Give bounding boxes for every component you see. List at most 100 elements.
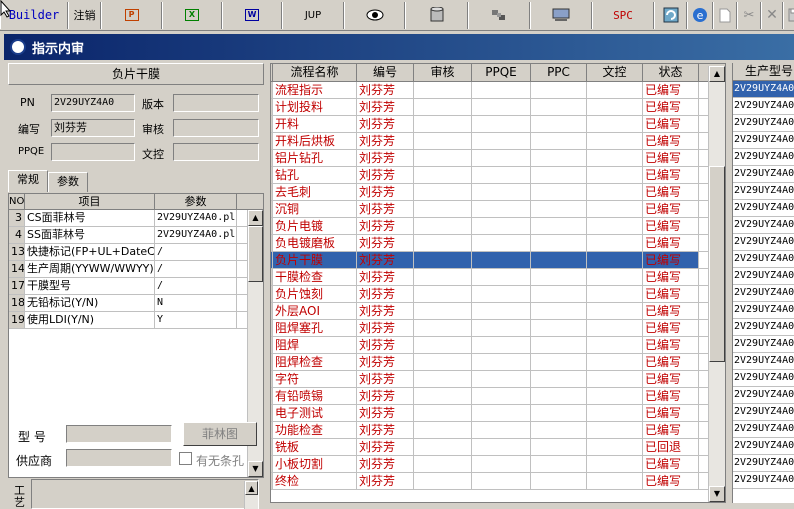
status-cell[interactable]: 已回退 [643,439,699,455]
tab-params[interactable]: 参数 [48,172,88,192]
tools-button[interactable] [468,1,530,29]
author-cell[interactable]: 刘芬芳 [357,167,414,183]
process-row[interactable]: 沉铜 刘芬芳 已编写 [271,201,725,218]
author-cell[interactable]: 刘芬芳 [357,405,414,421]
ppc-cell[interactable] [531,422,587,438]
process-name-cell[interactable]: 字符 [273,371,357,387]
production-model-cell[interactable]: 2V29UYZ4A0 [733,234,794,251]
ppc-cell[interactable] [531,235,587,251]
process-textarea[interactable] [31,479,259,509]
doc-control-cell[interactable] [587,405,643,421]
review-cell[interactable] [414,218,472,234]
status-cell[interactable]: 已编写 [643,269,699,285]
doc-control-cell[interactable] [587,388,643,404]
param-no-cell[interactable]: 19 [9,312,25,328]
author-cell[interactable]: 刘芬芳 [357,116,414,132]
ie-button[interactable]: e [687,1,713,29]
param-row[interactable]: 14 生产周期(YYWW/WWYY) / [9,261,263,278]
author-cell[interactable]: 刘芬芳 [357,388,414,404]
scroll-down-button[interactable]: ▼ [248,461,263,477]
production-model-cell[interactable]: 2V29UYZ4A0 [733,421,794,438]
cut-button[interactable]: ✂ [737,1,761,29]
doc-control-cell[interactable] [587,269,643,285]
status-cell[interactable]: 已编写 [643,99,699,115]
process-row[interactable]: 有铅喷锡 刘芬芳 已编写 [271,388,725,405]
ppqe-cell[interactable] [472,354,531,370]
param-value-cell[interactable]: N [155,295,237,311]
doc-control-cell[interactable] [587,337,643,353]
new-button[interactable] [713,1,737,29]
param-item-cell[interactable]: CS面菲林号 [25,210,155,226]
param-row[interactable]: 18 无铅标记(Y/N) N [9,295,263,312]
ppc-cell[interactable] [531,133,587,149]
doc-control-cell[interactable] [587,150,643,166]
process-name-cell[interactable]: 终检 [273,473,357,489]
process-grid-scroll-down-button[interactable]: ▼ [709,486,725,502]
ppc-cell[interactable] [531,371,587,387]
ppqe-cell[interactable] [472,422,531,438]
doc-control-cell[interactable] [587,286,643,302]
doc-control-cell[interactable] [587,252,643,268]
process-row[interactable]: 阻焊 刘芬芳 已编写 [271,337,725,354]
ppc-cell[interactable] [531,320,587,336]
status-cell[interactable]: 已编写 [643,218,699,234]
process-row[interactable]: 铝片钻孔 刘芬芳 已编写 [271,150,725,167]
ppc-cell[interactable] [531,405,587,421]
production-model-cell[interactable]: 2V29UYZ4A0 [733,370,794,387]
review-cell[interactable] [414,201,472,217]
param-row[interactable]: 19 使用LDI(Y/N) Y [9,312,263,329]
ppqe-cell[interactable] [472,439,531,455]
author-cell[interactable]: 刘芬芳 [357,422,414,438]
col-no-header[interactable]: NO [9,194,25,209]
author-cell[interactable]: 刘芬芳 [357,184,414,200]
ppqe-cell[interactable] [472,337,531,353]
ppqe-cell[interactable] [472,235,531,251]
col-status-header[interactable]: 状态 [643,64,699,81]
author-cell[interactable]: 刘芬芳 [357,235,414,251]
col-production-model-header[interactable]: 生产型号 [733,63,794,81]
process-row[interactable]: 钻孔 刘芬芳 已编写 [271,167,725,184]
process-name-cell[interactable]: 负片蚀刻 [273,286,357,302]
param-item-cell[interactable]: 无铅标记(Y/N) [25,295,155,311]
supplier-field[interactable] [66,449,172,467]
author-cell[interactable]: 刘芬芳 [357,320,414,336]
status-cell[interactable]: 已编写 [643,371,699,387]
ppc-cell[interactable] [531,218,587,234]
doc-control-cell[interactable] [587,116,643,132]
status-cell[interactable]: 已编写 [643,252,699,268]
production-model-cell[interactable]: 2V29UYZ4A0 [733,472,794,489]
ppqe-cell[interactable] [472,82,531,98]
status-cell[interactable]: 已编写 [643,303,699,319]
ppc-cell[interactable] [531,303,587,319]
process-row[interactable]: 铣板 刘芬芳 已回退 [271,439,725,456]
status-cell[interactable]: 已编写 [643,473,699,489]
production-model-cell[interactable]: 2V29UYZ4A0 [733,217,794,234]
doc-control-cell[interactable] [587,201,643,217]
status-cell[interactable]: 已编写 [643,184,699,200]
view-button[interactable] [344,1,405,29]
process-row[interactable]: 计划投料 刘芬芳 已编写 [271,99,725,116]
author-cell[interactable]: 刘芬芳 [357,99,414,115]
param-item-cell[interactable]: 生产周期(YYWW/WWYY) [25,261,155,277]
production-model-cell[interactable]: 2V29UYZ4A0 [733,302,794,319]
ppqe-cell[interactable] [472,150,531,166]
param-row[interactable]: 13 快捷标记(FP+UL+DateC / [9,244,263,261]
status-cell[interactable]: 已编写 [643,116,699,132]
status-cell[interactable]: 已编写 [643,320,699,336]
process-row[interactable]: 小板切割 刘芬芳 已编写 [271,456,725,473]
process-row[interactable]: 开料后烘板 刘芬芳 已编写 [271,133,725,150]
ppqe-cell[interactable] [472,388,531,404]
production-model-cell[interactable]: 2V29UYZ4A0 [733,438,794,455]
author-cell[interactable]: 刘芬芳 [357,354,414,370]
production-model-cell[interactable]: 2V29UYZ4A0 [733,268,794,285]
window-titlebar[interactable]: 指示内审 [4,34,794,60]
doc-control-cell[interactable] [587,354,643,370]
scroll-up-button[interactable]: ▲ [248,210,263,226]
author-field[interactable]: 刘芬芳 [51,119,135,137]
close-button[interactable]: ✕ [761,1,783,29]
ppqe-cell[interactable] [472,320,531,336]
review-cell[interactable] [414,133,472,149]
review-cell[interactable] [414,439,472,455]
production-model-cell[interactable]: 2V29UYZ4A0 [733,387,794,404]
review-field[interactable] [173,119,259,137]
